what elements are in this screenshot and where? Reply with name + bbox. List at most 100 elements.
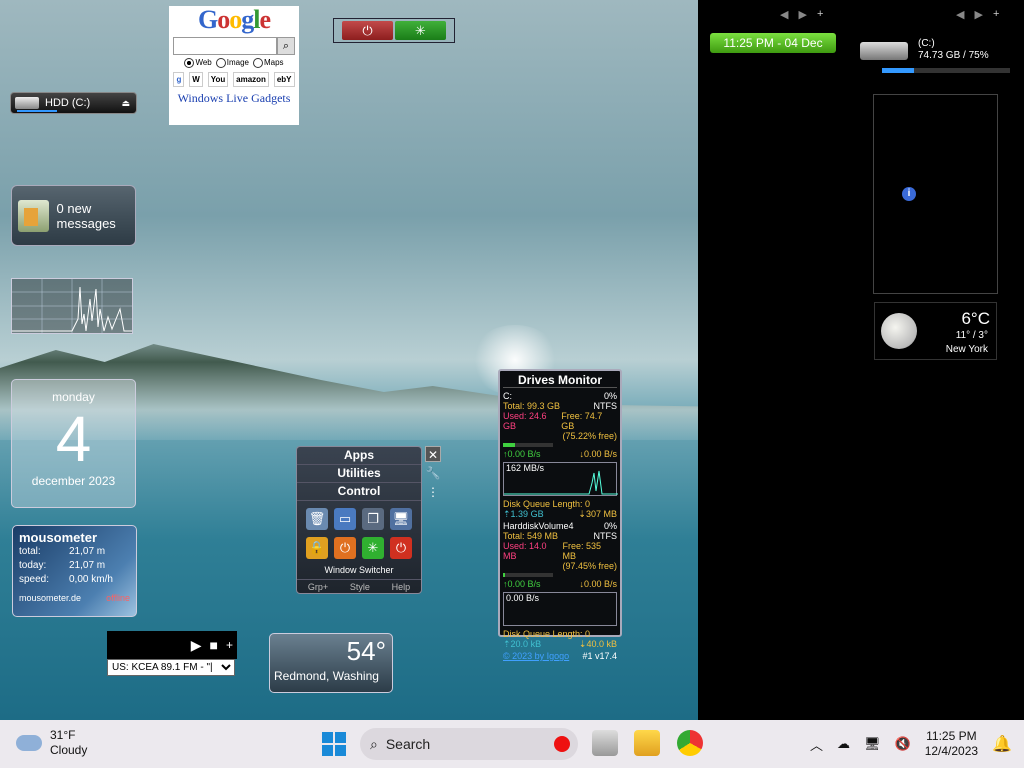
weather-gadget[interactable]: 54° Redmond, Washing [269, 633, 393, 693]
volume-up-icon[interactable]: + [226, 638, 233, 652]
network-icon[interactable]: 🖥 [864, 736, 881, 752]
eject-icon[interactable]: ⏏ [121, 98, 130, 109]
style-button[interactable]: Style [350, 582, 370, 592]
system-tray: ︿ ☁ 🖥 🔇 11:25 PM 12/4/2023 🔔 [810, 720, 1024, 768]
mousometer-gadget: mousometer total: 21,07 m today: 21,07 m s… [12, 525, 137, 617]
next-arrow-icon[interactable]: ▶ [974, 8, 982, 21]
close-icon[interactable]: ✕ [425, 446, 441, 462]
control-panel-icon[interactable]: 🖥 [390, 508, 412, 530]
task-view-icon[interactable] [592, 730, 618, 756]
search-icon[interactable]: ⌕ [277, 37, 295, 55]
calendar-month: december 2023 [31, 474, 116, 488]
drag-handle-icon[interactable]: ⋮ [425, 484, 441, 500]
tab-apps[interactable]: Apps [297, 447, 421, 465]
drives-monitor-gadget: Drives Monitor C: 0% Total: 99.3 GB NTFS U… [498, 369, 622, 661]
radio-web[interactable]: Web [184, 58, 212, 68]
group-add-button[interactable]: Grp+ [308, 582, 328, 592]
weather-temp: 54° [346, 636, 386, 666]
disk-queue: Disk Queue Length: 0 [503, 629, 591, 639]
read-rate: ↑0.00 B/s [503, 449, 541, 459]
hdd-gadget[interactable]: HDD (C:) ⏏ [10, 92, 137, 114]
drive-free: Free: 535 MB [562, 541, 602, 561]
drive-free-pct: (75.22% free) [562, 431, 617, 441]
show-desktop-icon[interactable]: ▭ [334, 508, 356, 530]
mail-gadget[interactable]: 0 new messages [11, 185, 136, 246]
drive-icon [860, 42, 908, 60]
taskbar: 31°F Cloudy ⌕ Search ︿ ☁ 🖥 🔇 11:25 PM 12… [0, 720, 1024, 768]
ebay-icon[interactable]: ebY [273, 72, 295, 87]
drive-total: Total: 99.3 GB [503, 401, 561, 411]
drive-activity-pct: 0% [603, 391, 617, 401]
weather-gadget-ny[interactable]: 6°C 11° / 3° New York [874, 302, 997, 360]
stop-icon[interactable]: ■ [210, 637, 218, 653]
google-search-input[interactable] [173, 37, 277, 55]
disk-queue: Disk Queue Length: 0 [503, 499, 591, 509]
settings-wrench-icon[interactable]: 🔧 [425, 465, 441, 481]
igogo-link[interactable]: © 2023 by Igogo [503, 651, 569, 661]
station-select[interactable]: US: KCEA 89.1 FM - "| [107, 659, 235, 676]
radio-image[interactable]: Image [215, 58, 249, 68]
radio-maps[interactable]: Maps [252, 58, 284, 68]
window-switcher-icon[interactable]: ❐ [362, 508, 384, 530]
add-gadget-icon[interactable]: + [817, 8, 823, 21]
youtube-icon[interactable]: You [207, 72, 229, 87]
taskbar-search[interactable]: ⌕ Search [360, 728, 578, 760]
info-icon[interactable]: i [902, 187, 916, 201]
drive-name: C: [503, 391, 512, 401]
cloud-sync-icon[interactable]: ☁ [837, 736, 850, 752]
mousometer-row: total: 21,07 m [19, 546, 106, 557]
restart-icon[interactable]: ✳ [362, 537, 384, 559]
start-button[interactable] [322, 732, 346, 756]
drive-used: Used: 14.0 MB [503, 541, 547, 561]
play-icon[interactable]: ▶ [191, 637, 202, 654]
add-gadget-icon[interactable]: + [993, 8, 999, 21]
volume-muted-icon[interactable]: 🔇 [895, 736, 911, 752]
drive-gadget[interactable]: (C:) 74.73 GB / 75% [858, 38, 1010, 73]
mail-icon [18, 199, 49, 232]
search-highlight-icon [554, 736, 570, 752]
sidebar-nav-left: ◀ ▶ + [780, 8, 823, 21]
prev-arrow-icon[interactable]: ◀ [956, 8, 964, 21]
tab-control[interactable]: Control [297, 483, 421, 501]
write-total: ⇣307 MB [578, 509, 617, 519]
clock-gadget[interactable]: 11:25 PM - 04 Dec [710, 33, 836, 53]
mousometer-status: offline [106, 593, 130, 603]
drive-usage-bar [503, 573, 553, 577]
drive-total: Total: 549 MB [503, 531, 559, 541]
help-button[interactable]: Help [392, 582, 411, 592]
logoff-icon[interactable]: ⏻ [334, 537, 356, 559]
shutdown-icon[interactable]: ⏻ [390, 537, 412, 559]
prev-arrow-icon[interactable]: ◀ [780, 8, 788, 21]
tab-utilities[interactable]: Utilities [297, 465, 421, 483]
calendar-date: 4 [55, 403, 92, 475]
taskbar-weather-temp: 31°F [50, 728, 76, 742]
chevron-up-icon[interactable]: ︿ [810, 735, 823, 754]
sidebar-nav-right: ◀ ▶ + [956, 8, 999, 21]
drive-free: Free: 74.7 GB [561, 411, 603, 431]
notification-bell-icon[interactable]: 🔔 [992, 734, 1012, 754]
slideshow-gadget[interactable]: i [873, 94, 998, 294]
next-arrow-icon[interactable]: ▶ [798, 8, 806, 21]
taskbar-clock[interactable]: 11:25 PM 12/4/2023 [925, 729, 978, 759]
google-search-gadget: Google ⌕ Web Image Maps g W You amazon e… [169, 5, 299, 125]
moon-icon [881, 313, 917, 349]
amazon-icon[interactable]: amazon [233, 72, 269, 87]
google-icon[interactable]: g [173, 72, 185, 87]
chrome-icon[interactable] [677, 730, 703, 756]
taskbar-weather[interactable]: 31°F Cloudy [16, 728, 87, 758]
wikipedia-icon[interactable]: W [189, 72, 203, 87]
lock-icon[interactable]: 🔒 [306, 537, 328, 559]
version-label: #1 v17.4 [582, 651, 617, 661]
drive-name: HarddiskVolume4 [503, 521, 574, 531]
drive-activity-pct: 0% [603, 521, 617, 531]
hdd-label: HDD (C:) [45, 97, 91, 109]
file-explorer-icon[interactable] [634, 730, 660, 756]
drive-used: Used: 24.6 GB [503, 411, 547, 431]
mousometer-site-link[interactable]: mousometer.de [19, 593, 81, 603]
shutdown-icon[interactable]: ⏻ [342, 21, 393, 40]
windows-live-gadgets-link[interactable]: Windows Live Gadgets [169, 91, 299, 106]
drive-activity-chart: 0.00 B/s [503, 592, 617, 626]
restart-icon[interactable]: ✳ [395, 21, 446, 40]
drive-usage-bar [503, 443, 553, 447]
recycle-bin-icon[interactable]: 🗑 [306, 508, 328, 530]
